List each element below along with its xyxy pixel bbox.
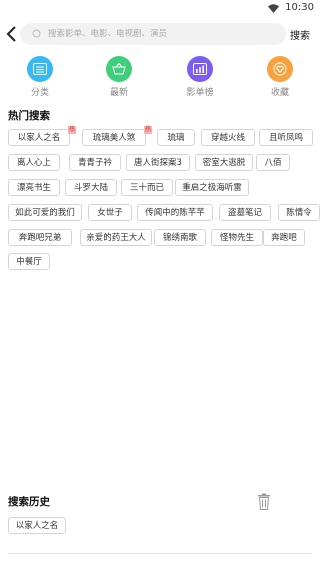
- search-header: 搜索: [0, 20, 320, 48]
- category-label: 影单榜: [186, 88, 214, 98]
- hot-tag[interactable]: 重启之极海听雷: [175, 179, 249, 196]
- hot-tag[interactable]: 中餐厅: [8, 253, 50, 270]
- hot-tag[interactable]: 女世子: [88, 204, 132, 221]
- trash-icon[interactable]: [257, 493, 271, 510]
- status-time: 10:30: [285, 2, 314, 13]
- hot-tag[interactable]: 怪物先生: [211, 229, 263, 246]
- category-label: 收藏: [270, 88, 289, 98]
- hot-tag[interactable]: 八佰: [256, 154, 290, 171]
- search-input[interactable]: [48, 29, 268, 39]
- search-icon: [32, 29, 41, 38]
- history-list: 以家人之名: [8, 517, 66, 534]
- hot-tag[interactable]: 锦绣南歌: [154, 229, 206, 246]
- hot-tag[interactable]: 青青子衿: [69, 154, 121, 171]
- hot-tag[interactable]: 且听凤鸣: [259, 129, 313, 146]
- hot-tag[interactable]: 密室大逃脱: [195, 154, 253, 171]
- category-favorites[interactable]: 收藏: [250, 56, 310, 98]
- divider: [8, 553, 312, 554]
- history-title: 搜索历史: [8, 496, 50, 508]
- hot-tag[interactable]: 唐人街探案3: [126, 154, 190, 171]
- category-classify[interactable]: 分类: [10, 56, 70, 98]
- category-nav: 分类 最新 影单榜 收藏: [0, 56, 320, 102]
- hot-tag[interactable]: 传闻中的陈芊芊: [137, 204, 213, 221]
- search-button[interactable]: 搜索: [290, 27, 310, 42]
- hot-tag[interactable]: 离人心上: [8, 154, 60, 171]
- chart-icon: [187, 56, 213, 82]
- hot-tag[interactable]: 漂亮书生: [8, 179, 60, 196]
- hot-search-title: 热门搜索: [8, 110, 50, 122]
- hot-tag[interactable]: 琉璃美人煞热: [82, 126, 152, 146]
- hot-tag[interactable]: 以家人之名热: [8, 126, 76, 146]
- category-ranking[interactable]: 影单榜: [170, 56, 230, 98]
- category-latest[interactable]: 最新: [89, 56, 149, 98]
- back-arrow-icon[interactable]: [4, 24, 20, 44]
- hot-tag[interactable]: 如此可爱的我们: [8, 204, 82, 221]
- status-bar: 10:30: [0, 0, 320, 16]
- hot-tag[interactable]: 陈情令: [278, 204, 320, 221]
- hot-tag[interactable]: 亲爱的药王大人: [80, 229, 152, 246]
- hot-tag[interactable]: 三十而已: [121, 179, 173, 196]
- category-label: 分类: [30, 88, 49, 98]
- list-icon: [27, 56, 53, 82]
- hot-tag[interactable]: 奔跑吧兄弟: [8, 229, 72, 246]
- search-box[interactable]: [20, 23, 286, 45]
- hot-tag[interactable]: 穿越火线: [201, 129, 255, 146]
- hot-tag[interactable]: 琉璃: [157, 129, 195, 146]
- wifi-icon: [268, 3, 280, 13]
- basket-icon: [106, 56, 132, 82]
- hot-tag[interactable]: 奔跑吧: [263, 229, 305, 246]
- history-item[interactable]: 以家人之名: [8, 517, 66, 534]
- hot-badge: 热: [68, 126, 76, 134]
- hot-tag[interactable]: 盗墓笔记: [219, 204, 271, 221]
- hot-badge: 热: [144, 126, 152, 134]
- hot-tag[interactable]: 斗罗大陆: [65, 179, 117, 196]
- heart-icon: [267, 56, 293, 82]
- category-label: 最新: [109, 88, 128, 98]
